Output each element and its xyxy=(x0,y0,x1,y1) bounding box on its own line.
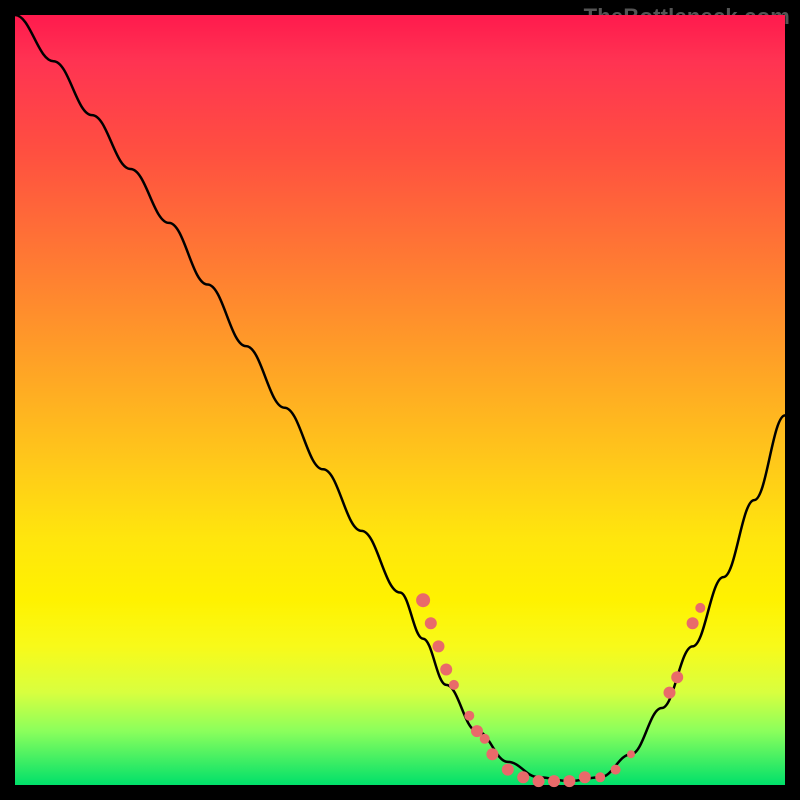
data-point xyxy=(695,603,705,613)
data-point xyxy=(425,617,437,629)
data-point xyxy=(671,671,683,683)
data-point xyxy=(664,687,676,699)
data-point xyxy=(595,772,605,782)
data-point xyxy=(687,617,699,629)
data-point xyxy=(449,680,459,690)
data-point xyxy=(627,750,635,758)
data-point xyxy=(517,771,529,783)
data-point xyxy=(433,640,445,652)
data-point xyxy=(502,764,514,776)
data-point xyxy=(480,734,490,744)
plot-area xyxy=(15,15,785,785)
bottleneck-curve xyxy=(15,15,785,781)
data-point xyxy=(611,765,621,775)
curve-svg xyxy=(15,15,785,785)
data-point xyxy=(563,775,575,787)
data-point xyxy=(440,664,452,676)
data-point xyxy=(579,771,591,783)
data-point xyxy=(464,711,474,721)
data-point xyxy=(533,775,545,787)
chart-container: TheBottleneck.com xyxy=(0,0,800,800)
data-point xyxy=(486,748,498,760)
data-point xyxy=(416,593,430,607)
scatter-points-group xyxy=(416,593,705,787)
data-point xyxy=(548,775,560,787)
